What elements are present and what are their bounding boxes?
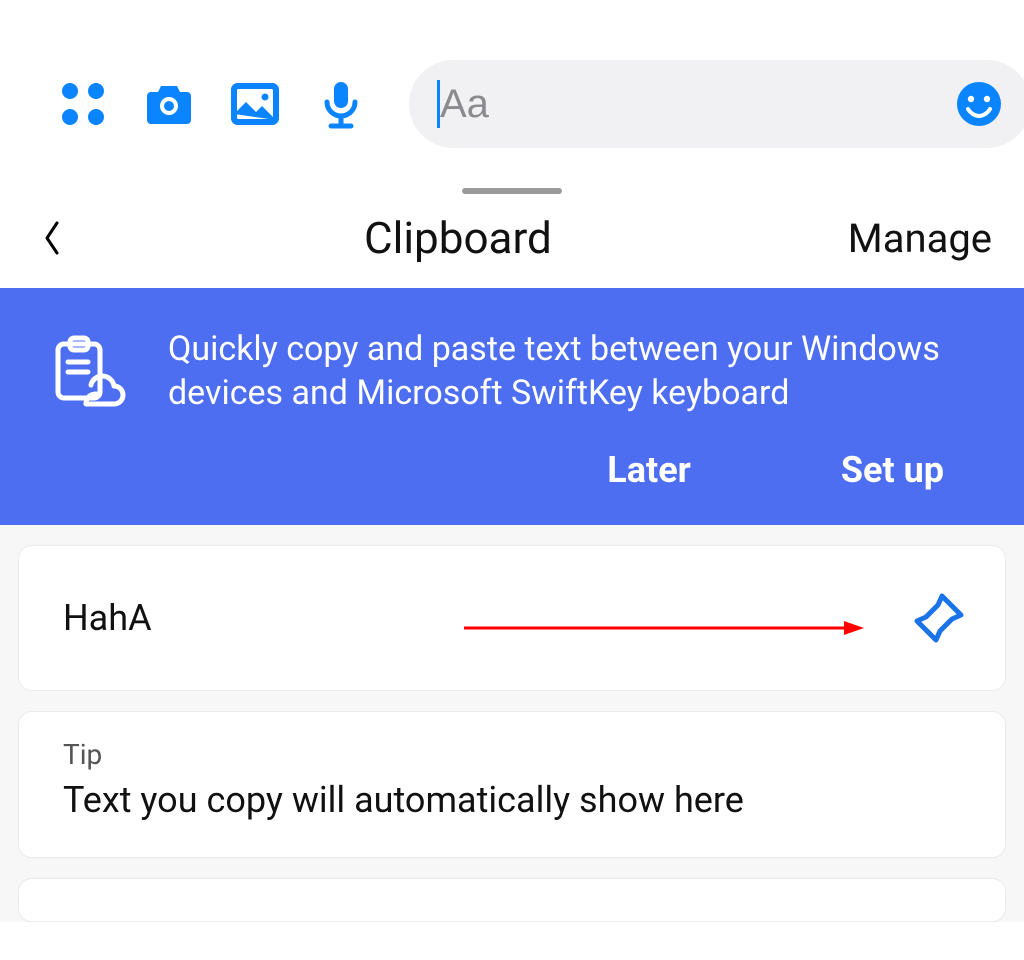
- clipboard-item-text: HahA: [63, 597, 909, 639]
- gallery-icon[interactable]: [227, 76, 283, 132]
- cloud-clipboard-promo: Quickly copy and paste text between your…: [0, 288, 1024, 525]
- later-button[interactable]: Later: [607, 449, 691, 491]
- microphone-icon[interactable]: [313, 76, 369, 132]
- message-input[interactable]: [440, 82, 955, 127]
- manage-button[interactable]: Manage: [848, 215, 992, 262]
- promo-text: Quickly copy and paste text between your…: [168, 328, 978, 415]
- back-icon[interactable]: [36, 214, 68, 262]
- clipboard-header: Clipboard Manage: [0, 198, 1024, 288]
- tip-card[interactable]: Tip Text you copy will automatically sho…: [18, 711, 1006, 858]
- pin-icon[interactable]: [909, 588, 969, 648]
- messenger-input-bar: [0, 0, 1024, 188]
- tip-text: Text you copy will automatically show he…: [63, 779, 961, 821]
- tip-card[interactable]: [18, 878, 1006, 922]
- tip-label: Tip: [63, 738, 961, 771]
- message-input-container[interactable]: [409, 60, 1024, 148]
- keyboard-panel: Clipboard Manage Quickly copy and paste …: [0, 188, 1024, 922]
- clipboard-list: HahA Tip Text you copy will automaticall…: [0, 525, 1024, 922]
- setup-button[interactable]: Set up: [841, 449, 944, 491]
- camera-icon[interactable]: [141, 76, 197, 132]
- drag-handle[interactable]: [462, 188, 562, 194]
- clipboard-cloud-icon: [46, 332, 128, 414]
- apps-icon[interactable]: [55, 76, 111, 132]
- emoji-icon[interactable]: [955, 80, 1003, 128]
- clipboard-item[interactable]: HahA: [18, 545, 1006, 691]
- clipboard-title: Clipboard: [68, 212, 848, 264]
